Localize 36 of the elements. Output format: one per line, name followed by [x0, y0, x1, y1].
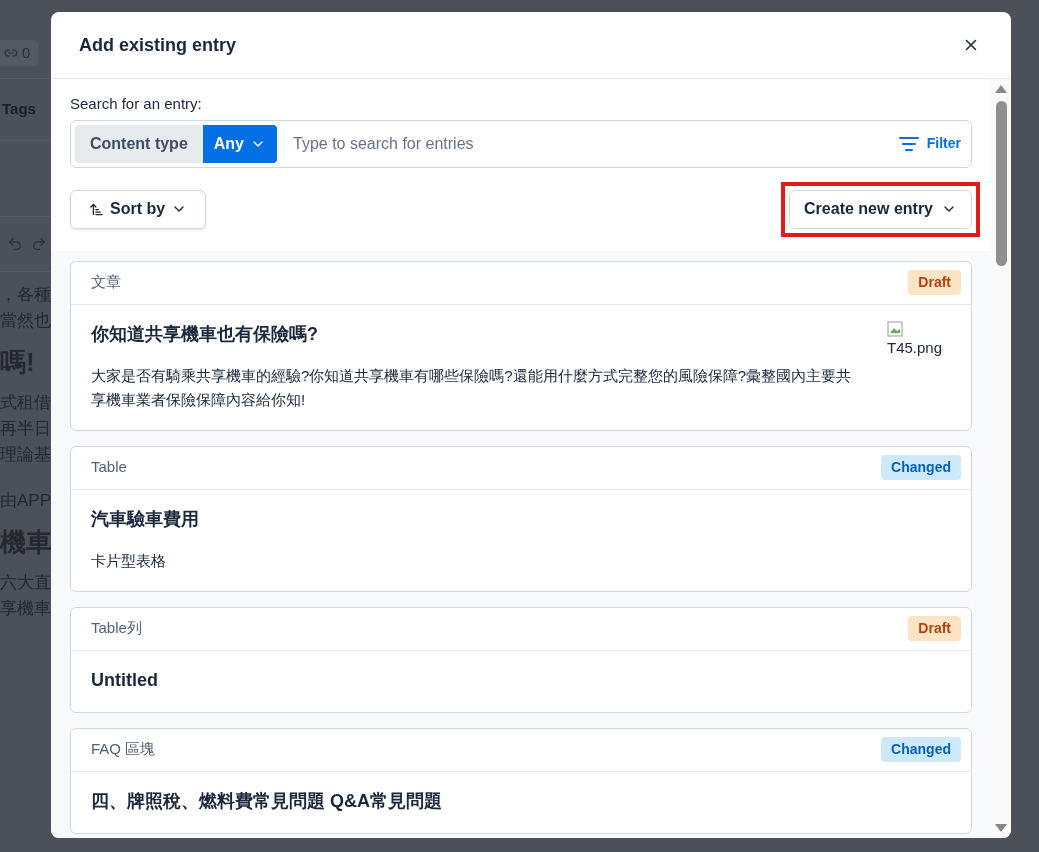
entry-card[interactable]: Table列 Draft Untitled — [70, 606, 972, 713]
search-field[interactable]: Type to search for entries — [277, 124, 893, 163]
image-alt-text: T45.png — [887, 337, 944, 358]
status-badge: Draft — [908, 270, 961, 295]
scrollbar-thumb[interactable] — [995, 101, 1007, 266]
entry-card[interactable]: Table Changed 汽車驗車費用 卡片型表格 — [70, 445, 972, 592]
create-entry-button[interactable]: Create new entry — [789, 189, 972, 229]
status-badge: Draft — [908, 616, 961, 641]
content-type-text: 文章 — [91, 272, 121, 293]
dialog-title: Add existing entry — [79, 33, 237, 57]
status-badge: Changed — [881, 455, 961, 480]
entry-description: 卡片型表格 — [91, 550, 167, 571]
scroll-down-icon — [995, 824, 1007, 832]
entry-card[interactable]: 文章 Draft 你知道共享機車也有保險嗎? 大家是否有騎乘共享機車的經驗?你知道共享機車有哪些保險嗎?還能用什麼方式完整您的風險保障?彙整國內主要共享機車業者保險保障內容給你知! T45.png — [70, 260, 972, 431]
sort-icon[interactable] — [89, 201, 104, 217]
status-badge: Changed — [881, 737, 961, 762]
content-type-text: FAQ 區塊 — [91, 739, 156, 760]
filter-button[interactable]: Filter — [892, 133, 967, 154]
entry-title: 汽車驗車費用 — [91, 507, 199, 531]
content-type-text: Table列 — [91, 618, 142, 639]
search-bar[interactable]: Content type Any Type to search for entries Filter — [70, 119, 972, 168]
filter-icon — [898, 136, 919, 151]
scroll-up-icon — [995, 85, 1007, 93]
entry-title: 你知道共享機車也有保險嗎? — [91, 322, 319, 346]
content-type-label: Content type — [75, 124, 203, 163]
sort-button[interactable]: Sort by — [70, 189, 207, 229]
entry-title: Untitled — [91, 668, 158, 692]
scrollbar[interactable] — [991, 79, 1011, 838]
link-icon — [4, 46, 18, 60]
content-type-dropdown[interactable]: Any — [202, 124, 277, 163]
search-label: Search for an entry: — [70, 94, 203, 114]
entry-title: 四、牌照稅、燃料費常見問題 Q&A常見問題 — [91, 789, 442, 813]
entry-description: 大家是否有騎乘共享機車的經驗?你知道共享機車有哪些保險嗎?還能用什麼方式完整您的風險保障?彙整國內主要共享機車業者保險保障內容給你知! — [91, 365, 853, 410]
content-type-text: Table — [91, 457, 127, 478]
entry-card[interactable]: FAQ 區塊 Changed 四、牌照稅、燃料費常見問題 Q&A常見問題 — [70, 727, 972, 834]
broken-image-icon — [887, 320, 903, 337]
